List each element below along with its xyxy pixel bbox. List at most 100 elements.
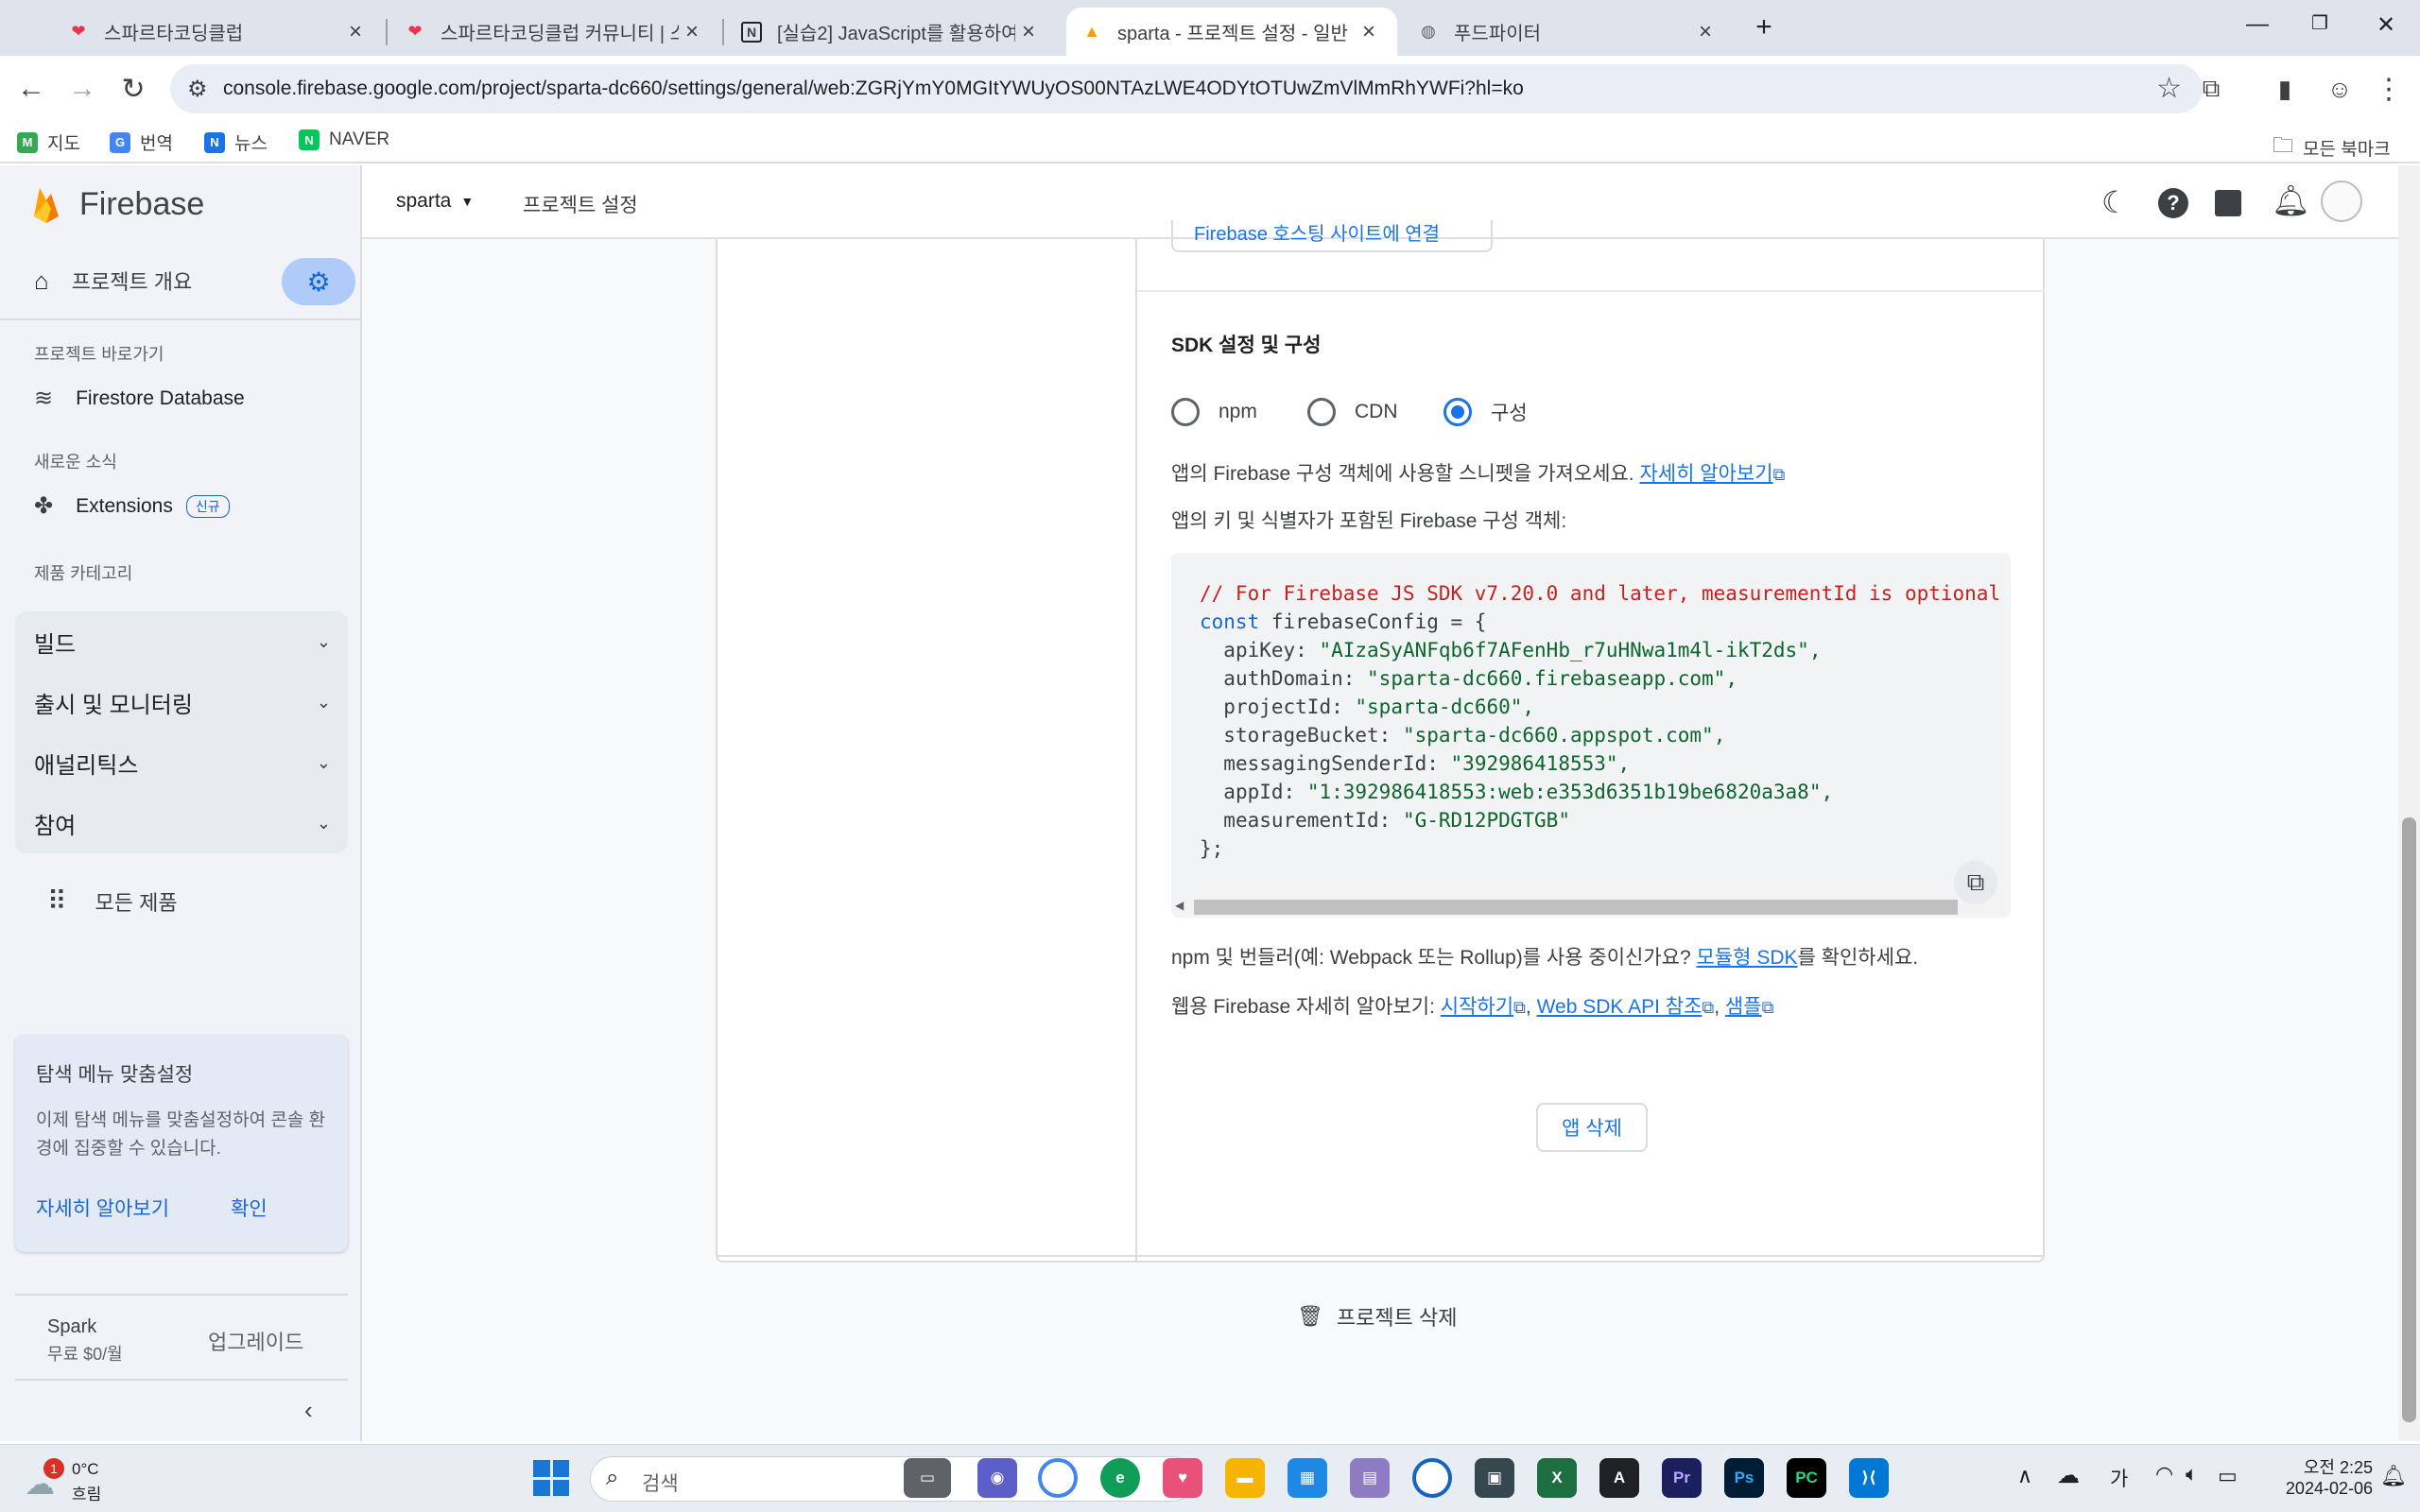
battery-icon[interactable]: ▭	[2218, 1464, 2238, 1488]
reload-button[interactable]: ↻	[113, 69, 153, 109]
new-tab-button[interactable]: +	[1741, 11, 1787, 43]
promo-ok-button[interactable]: 확인	[231, 1194, 268, 1222]
copy-code-button[interactable]: ⧉	[1954, 861, 1997, 904]
all-bookmarks[interactable]: 🗀 모든 북마크	[2273, 129, 2391, 165]
address-bar[interactable]: ⚙ console.firebase.google.com/project/sp…	[170, 64, 2203, 113]
close-tab-icon[interactable]: ×	[1692, 19, 1719, 45]
radio-cdn[interactable]: CDN	[1307, 398, 1398, 426]
collapse-sidebar-icon[interactable]: ‹	[304, 1396, 313, 1425]
scrollbar-left-arrow-icon[interactable]: ◀	[1175, 899, 1184, 912]
chat-icon[interactable]: ◉	[977, 1458, 1017, 1498]
dark-mode-icon[interactable]: ☾	[2101, 184, 2129, 220]
radio-config[interactable]: 구성	[1443, 398, 1528, 426]
onedrive-icon[interactable]: ☁	[2057, 1462, 2080, 1489]
nav-group-analytics[interactable]: 애널리틱스 ⌄	[15, 732, 348, 793]
store-icon[interactable]: ▦	[1288, 1458, 1327, 1498]
bookmark-label: 뉴스	[234, 134, 268, 154]
promo-learn-more-button[interactable]: 자세히 알아보기	[36, 1194, 169, 1222]
browser-tab-active[interactable]: ▲ sparta - 프로젝트 설정 - 일반 ×	[1066, 8, 1397, 56]
taskview-icon[interactable]: ▭	[904, 1458, 951, 1498]
acrobat-icon[interactable]: A	[1599, 1458, 1639, 1498]
notifications-bell-icon[interactable]: 🔔︎	[2272, 182, 2310, 218]
extensions-icon[interactable]: ⧉	[2191, 69, 2231, 109]
nav-group-engage[interactable]: 참여 ⌄	[15, 793, 348, 853]
sparta-app-icon[interactable]: ♥	[1163, 1458, 1202, 1498]
project-selector[interactable]: sparta ▼	[396, 190, 474, 213]
forward-button[interactable]: →	[62, 69, 102, 109]
premiere-icon[interactable]: Pr	[1662, 1458, 1702, 1498]
browser-tab[interactable]: ❤ 스파르타코딩클럽 커뮤니티 | 스 ×	[389, 8, 720, 56]
bookmark-star-icon[interactable]: ☆	[2156, 72, 2182, 105]
file-explorer-icon[interactable]: ▬	[1225, 1458, 1265, 1498]
tray-overflow-icon[interactable]: ∧	[2017, 1464, 2032, 1488]
settings-gear-button[interactable]: ⚙	[282, 258, 355, 305]
extensions-link[interactable]: ✤ Extensions 신규	[34, 492, 230, 520]
start-button[interactable]	[533, 1460, 569, 1496]
media-icon[interactable]	[1412, 1458, 1452, 1498]
delete-project-button[interactable]: 🗑︎ 프로젝트 삭제	[1297, 1301, 1458, 1332]
close-window-button[interactable]: ✕	[2363, 11, 2409, 43]
config-key: projectId	[1223, 696, 1332, 718]
partial-hosting-button[interactable]: Firebase 호스팅 사이트에 연결	[1171, 220, 1493, 252]
browser-tab[interactable]: ◍ 푸드파이터 ×	[1403, 8, 1734, 56]
radio-npm[interactable]: npm	[1171, 398, 1257, 426]
edge-icon[interactable]: e	[1100, 1458, 1140, 1498]
bookmark-item[interactable]: G 번역	[110, 129, 173, 155]
code-horizontal-scrollbar[interactable]: ◀	[1171, 897, 2011, 918]
chevron-down-icon: ⌄	[316, 813, 331, 833]
scrollbar-thumb[interactable]	[1194, 900, 1958, 915]
scrollbar-thumb[interactable]	[2402, 817, 2416, 1422]
project-overview-link[interactable]: ⌂ 프로젝트 개요	[34, 260, 280, 301]
restore-button[interactable]: ❐	[2297, 11, 2342, 43]
firebase-logo[interactable]: Firebase	[32, 184, 204, 224]
chrome-icon[interactable]	[1038, 1458, 1078, 1498]
close-tab-icon[interactable]: ×	[1015, 19, 1042, 45]
weather-widget[interactable]: ☁ 1 0°C 흐림	[21, 1454, 134, 1503]
close-tab-icon[interactable]: ×	[1356, 19, 1382, 45]
upgrade-button[interactable]: 업그레이드	[208, 1326, 303, 1356]
config-code-block[interactable]: // For Firebase JS SDK v7.20.0 and later…	[1171, 553, 2011, 918]
help-icon[interactable]: ?	[2158, 188, 2188, 218]
learn-more-link[interactable]: 자세히 알아보기	[1639, 463, 1772, 485]
back-button[interactable]: ←	[11, 69, 51, 109]
delete-app-button[interactable]: 앱 삭제	[1536, 1103, 1648, 1152]
firestore-database-link[interactable]: ≋ Firestore Database	[34, 385, 245, 412]
volume-icon[interactable]: 🔈︎	[2186, 1462, 2198, 1486]
browser-tab[interactable]: ❤ 스파르타코딩클럽 ×	[53, 8, 384, 56]
bookmark-item[interactable]: N 뉴스	[204, 129, 268, 155]
ime-indicator[interactable]: 가	[2110, 1464, 2128, 1492]
gear-icon: ⚙	[306, 266, 331, 297]
browser-tab[interactable]: N [실습2] JavaScript를 활용하여 ×	[726, 8, 1057, 56]
close-tab-icon[interactable]: ×	[679, 19, 705, 45]
page-scrollbar[interactable]	[2398, 165, 2420, 1441]
get-started-link[interactable]: 시작하기	[1441, 996, 1513, 1018]
close-tab-icon[interactable]: ×	[342, 19, 369, 45]
modular-sdk-link[interactable]: 모듈형 SDK	[1697, 947, 1798, 969]
remote-icon[interactable]: ▣	[1475, 1458, 1514, 1498]
all-products-link[interactable]: ⠿ 모든 제품	[47, 885, 178, 917]
samples-link[interactable]: 샘플	[1725, 996, 1762, 1018]
nav-group-build[interactable]: 빌드 ⌄	[15, 611, 348, 672]
bookmark-item[interactable]: M 지도	[17, 129, 80, 155]
account-avatar[interactable]	[2321, 180, 2362, 222]
pycharm-icon[interactable]: PC	[1787, 1458, 1826, 1498]
nav-group-release[interactable]: 출시 및 모니터링 ⌄	[15, 672, 348, 732]
group-label: 출시 및 모니터링	[34, 692, 193, 718]
vscode-icon[interactable]: ⟩⟨	[1849, 1458, 1889, 1498]
notification-center-icon[interactable]: 🔔︎	[2380, 1464, 2407, 1488]
photoshop-icon[interactable]: Ps	[1724, 1458, 1764, 1498]
clock-date[interactable]: 2024-02-06	[2267, 1479, 2373, 1499]
web-sdk-api-link[interactable]: Web SDK API 참조	[1537, 996, 1703, 1018]
site-info-icon[interactable]: ⚙	[187, 76, 208, 103]
app-icon[interactable]: ▤	[1350, 1458, 1390, 1498]
profile-icon[interactable]: ☺	[2320, 69, 2360, 109]
minimize-button[interactable]: —	[2235, 11, 2280, 43]
bookmark-item[interactable]: N NAVER	[299, 129, 389, 150]
menu-dots-icon[interactable]: ⋮	[2369, 69, 2409, 109]
wifi-icon[interactable]: ◠	[2155, 1462, 2173, 1486]
clock-time[interactable]: 오전 2:25	[2269, 1454, 2373, 1479]
release-notes-icon[interactable]	[2215, 190, 2241, 216]
excel-icon[interactable]: X	[1537, 1458, 1577, 1498]
side-panel-icon[interactable]: ▮	[2265, 69, 2305, 109]
url-text[interactable]: console.firebase.google.com/project/spar…	[223, 77, 1524, 100]
